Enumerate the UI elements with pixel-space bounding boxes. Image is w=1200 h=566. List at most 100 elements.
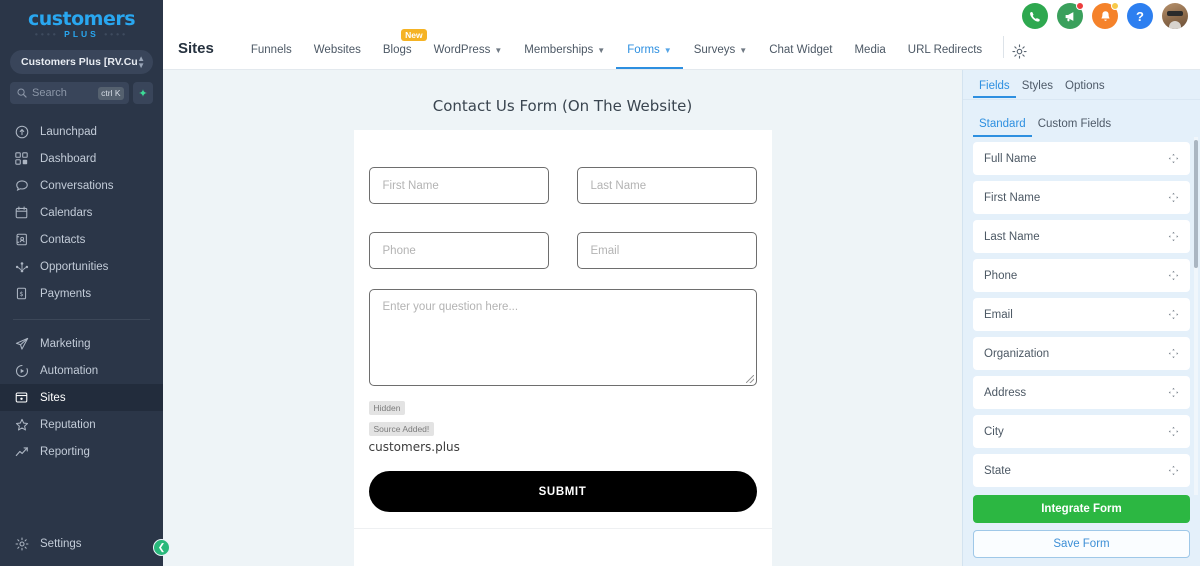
field-list-scrollbar[interactable] <box>1194 140 1198 268</box>
first-name-field[interactable]: First Name <box>368 167 549 204</box>
tab-memberships[interactable]: Memberships ▼ <box>513 44 616 69</box>
hidden-field-group: Hidden Source Added! customers.plus <box>368 398 757 454</box>
list-item[interactable]: Organization <box>973 337 1190 370</box>
email-field[interactable]: Email <box>576 232 757 269</box>
sidebar-item-calendars[interactable]: Calendars <box>0 199 163 226</box>
play-circle-icon <box>14 363 29 378</box>
save-form-button[interactable]: Save Form <box>973 530 1190 558</box>
move-icon[interactable] <box>1168 387 1179 398</box>
subtab-standard[interactable]: Standard <box>973 118 1032 137</box>
app-root: customers •••• PLUS •••• Customers Plus … <box>0 0 1200 566</box>
paper-plane-icon <box>14 336 29 351</box>
list-item[interactable]: Address <box>973 376 1190 409</box>
question-textarea[interactable]: Enter your question here... <box>368 289 757 386</box>
tab-fields[interactable]: Fields <box>973 80 1016 98</box>
list-item[interactable]: Last Name <box>973 220 1190 253</box>
list-item[interactable]: State <box>973 454 1190 487</box>
right-panel-actions: Integrate Form Save Form <box>963 495 1200 566</box>
tab-funnels[interactable]: Funnels <box>240 44 303 69</box>
main-area: ? Sites Funnels Websites Blogs New WordPr… <box>163 0 1200 566</box>
move-icon[interactable] <box>1168 309 1179 320</box>
list-item[interactable]: First Name <box>973 181 1190 214</box>
chevron-down-icon: ▼ <box>597 45 606 55</box>
payments-icon: $ <box>14 286 29 301</box>
move-icon[interactable] <box>1168 348 1179 359</box>
move-icon[interactable] <box>1168 192 1179 203</box>
tab-blogs[interactable]: Blogs New <box>372 29 427 69</box>
tab-options[interactable]: Options <box>1059 80 1111 98</box>
search-shortcut-badge: ctrl K <box>97 86 124 100</box>
subtab-custom-fields[interactable]: Custom Fields <box>1032 118 1118 137</box>
page-title: Sites <box>178 40 214 57</box>
sidebar-item-label: Opportunities <box>40 260 109 273</box>
tab-forms[interactable]: Forms ▼ <box>616 44 683 69</box>
move-icon[interactable] <box>1168 153 1179 164</box>
sidebar-item-dashboard[interactable]: Dashboard <box>0 145 163 172</box>
grid-icon <box>14 151 29 166</box>
tab-media[interactable]: Media <box>843 44 896 69</box>
sidebar-item-label: Reputation <box>40 418 96 431</box>
right-panel-tabs: Fields Styles Options <box>963 70 1200 98</box>
tab-url-redirects[interactable]: URL Redirects <box>897 44 993 69</box>
list-item[interactable]: Full Name <box>973 142 1190 175</box>
right-panel-subtabs: Standard Custom Fields <box>963 99 1200 137</box>
move-icon[interactable] <box>1168 426 1179 437</box>
sidebar-item-marketing[interactable]: Marketing <box>0 330 163 357</box>
sidebar-item-conversations[interactable]: Conversations <box>0 172 163 199</box>
submit-button[interactable]: SUBMIT <box>368 471 757 512</box>
tab-chat-widget[interactable]: Chat Widget <box>758 44 843 69</box>
field-label: Address <box>984 386 1027 399</box>
email-placeholder: Email <box>590 244 620 257</box>
sidebar-divider <box>13 319 150 320</box>
top-bar: ? Sites Funnels Websites Blogs New WordPr… <box>163 0 1200 70</box>
move-icon[interactable] <box>1168 231 1179 242</box>
sidebar-item-payments[interactable]: $ Payments <box>0 280 163 307</box>
sidebar-item-reporting[interactable]: Reporting <box>0 438 163 465</box>
form-row-names: First Name Last Name <box>368 167 757 204</box>
brand-logo-line1: customers <box>27 7 136 30</box>
brand-logo[interactable]: customers •••• PLUS •••• <box>0 0 163 44</box>
sidebar-item-launchpad[interactable]: Launchpad <box>0 118 163 145</box>
chevron-down-icon: ▼ <box>663 45 672 55</box>
question-placeholder: Enter your question here... <box>382 301 519 313</box>
tab-websites[interactable]: Websites <box>303 44 372 69</box>
integrate-form-button[interactable]: Integrate Form <box>973 495 1190 523</box>
sidebar-item-label: Marketing <box>40 337 91 350</box>
section-navbar: Sites Funnels Websites Blogs New WordPres… <box>163 25 1200 69</box>
move-icon[interactable] <box>1168 465 1179 476</box>
field-label: Full Name <box>984 152 1037 165</box>
list-item[interactable]: Phone <box>973 259 1190 292</box>
chat-bubble-icon <box>14 178 29 193</box>
last-name-field[interactable]: Last Name <box>576 167 757 204</box>
spark-icon[interactable]: ✦ <box>133 82 153 104</box>
form-preview-area: Contact Us Form (On The Website) First N… <box>163 70 962 566</box>
field-label: Organization <box>984 347 1050 360</box>
opportunities-icon <box>14 259 29 274</box>
tab-surveys[interactable]: Surveys ▼ <box>683 44 758 69</box>
search-placeholder: Search <box>32 87 67 99</box>
settings-gear-button[interactable] <box>1012 44 1027 69</box>
save-form-label: Save Form <box>1053 538 1110 550</box>
sidebar-item-label: Payments <box>40 287 92 300</box>
hidden-badge: Hidden <box>368 401 406 415</box>
brand-logo-line2: •••• PLUS •••• <box>34 28 129 39</box>
list-item[interactable]: Email <box>973 298 1190 331</box>
svg-text:$: $ <box>19 290 23 298</box>
list-item[interactable]: City <box>973 415 1190 448</box>
source-value: customers.plus <box>368 440 460 454</box>
move-icon[interactable] <box>1168 270 1179 281</box>
phone-field[interactable]: Phone <box>368 232 549 269</box>
account-selector[interactable]: Customers Plus [RV.Cust... ▲▼ <box>10 50 153 74</box>
nav-separator <box>1003 36 1005 58</box>
sidebar-item-reputation[interactable]: Reputation <box>0 411 163 438</box>
tab-wordpress[interactable]: WordPress ▼ <box>423 44 514 69</box>
sidebar-collapse-button[interactable]: ❮ <box>153 539 170 556</box>
sidebar-item-settings[interactable]: Settings <box>0 530 163 557</box>
sidebar-item-opportunities[interactable]: Opportunities <box>0 253 163 280</box>
sidebar-item-automation[interactable]: Automation <box>0 357 163 384</box>
tab-styles[interactable]: Styles <box>1016 80 1059 98</box>
search-input[interactable]: Search ctrl K <box>10 82 129 104</box>
sidebar-item-contacts[interactable]: Contacts <box>0 226 163 253</box>
sidebar-item-sites[interactable]: Sites <box>0 384 163 411</box>
search-icon <box>17 88 27 98</box>
